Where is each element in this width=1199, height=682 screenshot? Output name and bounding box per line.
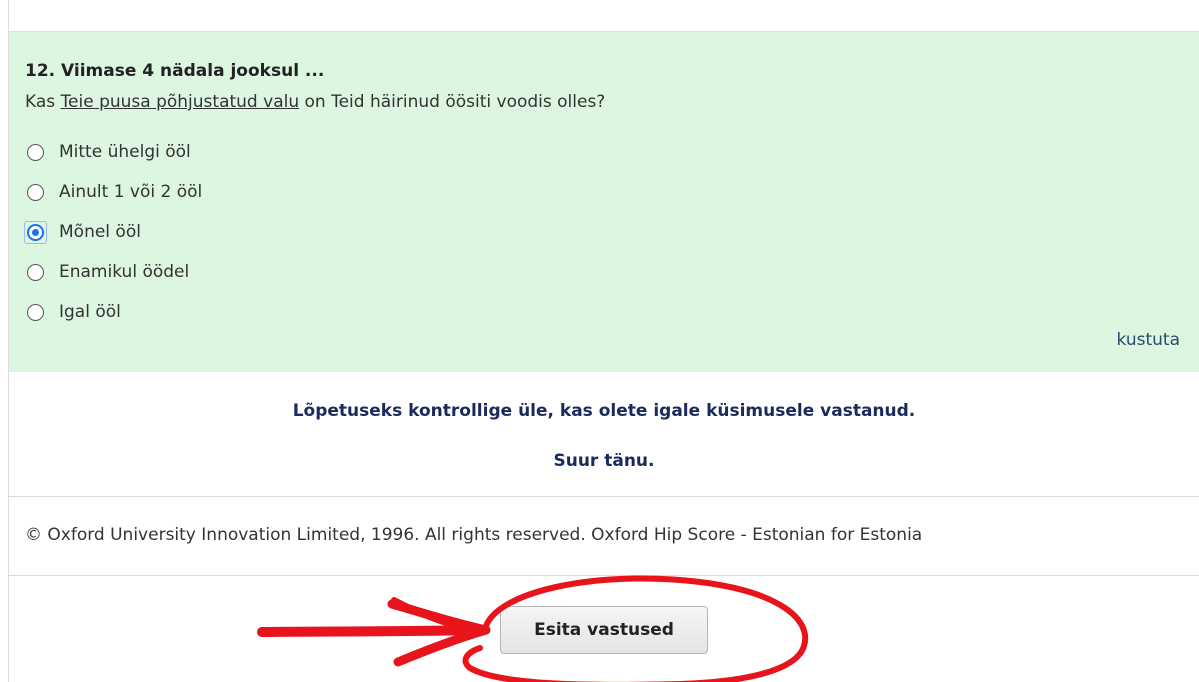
radio-button[interactable] [27,303,44,321]
arrow-shaft [257,625,475,637]
answer-option-label: Enamikul öödel [59,262,190,282]
answer-option-1[interactable]: Mitte ühelgi ööl [27,139,191,165]
submit-answers-button[interactable]: Esita vastused [500,606,708,654]
question-text: Kas Teie puusa põhjustatud valu on Teid … [25,92,605,112]
answer-option-label: Mõnel ööl [59,222,141,242]
arrow-head [387,599,491,667]
radio-button[interactable] [27,143,44,161]
divider [9,575,1199,576]
answer-option-label: Ainult 1 või 2 ööl [59,182,203,202]
radio-focus-ring [24,220,47,244]
question-panel: 12. Viimase 4 nädala jooksul ... Kas Tei… [9,31,1199,372]
closing-thanks: Suur tänu. [553,451,655,471]
answer-option-2[interactable]: Ainult 1 või 2 ööl [27,179,202,205]
clear-answer-link[interactable]: kustuta [1117,330,1180,350]
radio-button[interactable] [27,183,44,201]
arrow-head-stroke [391,597,473,633]
closing-instruction: Lõpetuseks kontrollige üle, kas olete ig… [292,401,916,421]
answer-option-3[interactable]: Mõnel ööl [24,219,141,245]
radio-button-selected[interactable] [27,223,44,241]
question-text-start: Kas [25,92,61,112]
divider [9,496,1199,497]
answer-option-4[interactable]: Enamikul öödel [27,259,189,285]
radio-button[interactable] [27,263,44,281]
answer-option-label: Mitte ühelgi ööl [59,142,191,162]
question-title: 12. Viimase 4 nädala jooksul ... [25,61,325,81]
answer-option-label: Igal ööl [59,302,121,322]
question-text-end: on Teid häirinud öösiti voodis olles? [299,92,606,112]
question-text-emphasis: Teie puusa põhjustatud valu [60,92,300,112]
copyright-notice: © Oxford University Innovation Limited, … [25,525,923,545]
answer-option-5[interactable]: Igal ööl [27,299,121,325]
